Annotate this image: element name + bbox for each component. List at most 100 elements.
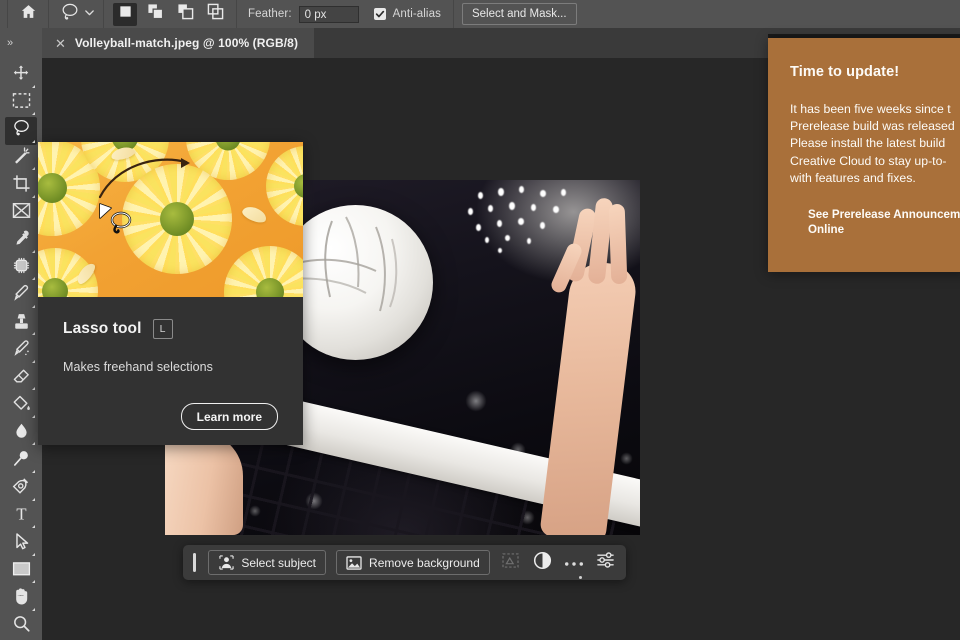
sidebar-item-horizontal-type-tool[interactable]: T bbox=[5, 503, 37, 531]
tooltip-actions: Learn more bbox=[63, 403, 279, 430]
flyout-corner-icon bbox=[32, 332, 35, 335]
sidebar-item-eraser-tool[interactable] bbox=[5, 365, 37, 393]
dodge-icon bbox=[12, 449, 31, 473]
document-tab[interactable]: ✕ Volleyball-match.jpeg @ 100% (RGB/8) bbox=[42, 28, 314, 58]
flyout-corner-icon bbox=[32, 167, 35, 170]
sidebar-item-eyedropper-tool[interactable] bbox=[5, 227, 37, 255]
tools-panel: T bbox=[0, 58, 42, 640]
hand-icon bbox=[12, 587, 31, 611]
remove-background-label: Remove background bbox=[369, 556, 480, 570]
type-icon: T bbox=[12, 504, 31, 528]
sidebar-item-lasso-tool[interactable] bbox=[5, 117, 37, 145]
toolbar-expand-button[interactable]: » bbox=[0, 28, 42, 58]
clone-stamp-icon bbox=[12, 312, 31, 336]
pen-icon bbox=[12, 477, 31, 501]
path-arrow-icon bbox=[13, 532, 30, 556]
lasso-tool-tooltip: Lasso tool L Makes freehand selections L… bbox=[38, 142, 303, 445]
sidebar-item-pen-tool[interactable] bbox=[5, 475, 37, 503]
frame-icon bbox=[12, 202, 31, 224]
close-icon[interactable]: ✕ bbox=[55, 37, 66, 50]
contrast-circle-icon bbox=[533, 551, 552, 575]
sidebar-item-zoom-tool[interactable] bbox=[5, 613, 37, 640]
sidebar-item-path-selection-tool[interactable] bbox=[5, 530, 37, 558]
tooltip-title: Lasso tool bbox=[63, 320, 142, 338]
sidebar-item-blur-tool[interactable] bbox=[5, 420, 37, 448]
notification-title: Time to update! bbox=[768, 38, 960, 80]
subtract-from-selection-button[interactable] bbox=[173, 3, 197, 26]
antialias-checkbox[interactable] bbox=[374, 8, 386, 20]
prerelease-announcement-link[interactable]: See Prerelease Announceme Online bbox=[768, 187, 960, 237]
home-icon bbox=[20, 3, 37, 25]
home-button[interactable] bbox=[8, 0, 49, 28]
add-to-selection-icon bbox=[147, 3, 164, 25]
zoom-icon bbox=[12, 614, 31, 638]
update-notification[interactable]: Time to update! It has been five weeks s… bbox=[768, 38, 960, 272]
current-tool-selector[interactable] bbox=[49, 0, 104, 28]
sidebar-item-rectangle-tool[interactable] bbox=[5, 558, 37, 586]
intersect-selection-icon bbox=[207, 3, 224, 25]
selection-mode-group bbox=[104, 0, 237, 28]
lasso-demo-illustration bbox=[38, 142, 303, 297]
flyout-corner-icon bbox=[32, 360, 35, 363]
select-and-mask-button[interactable]: Select and Mask... bbox=[462, 3, 577, 25]
flyout-corner-icon bbox=[32, 470, 35, 473]
tooltip-heading: Lasso tool L bbox=[63, 319, 279, 339]
sidebar-item-crop-tool[interactable] bbox=[5, 172, 37, 200]
adjustment-button[interactable] bbox=[531, 551, 553, 575]
marquee-icon bbox=[12, 92, 31, 114]
sidebar-item-gradient-tool[interactable] bbox=[5, 392, 37, 420]
flyout-corner-icon bbox=[32, 498, 35, 501]
sidebar-item-move-tool[interactable] bbox=[5, 62, 37, 90]
add-to-selection-button[interactable] bbox=[143, 3, 167, 26]
options-divider bbox=[453, 0, 454, 28]
options-bar-grip[interactable] bbox=[0, 0, 8, 28]
task-bar-settings-button[interactable] bbox=[594, 551, 616, 575]
flyout-corner-icon bbox=[32, 387, 35, 390]
rectangle-icon bbox=[12, 561, 31, 582]
sidebar-item-history-brush-tool[interactable] bbox=[5, 337, 37, 365]
tooltip-description: Makes freehand selections bbox=[63, 360, 279, 374]
sidebar-item-frame-tool[interactable] bbox=[5, 200, 37, 228]
sidebar-item-brush-tool[interactable] bbox=[5, 282, 37, 310]
tooltip-shortcut-badge: L bbox=[153, 319, 173, 339]
intersect-selection-button[interactable] bbox=[203, 3, 227, 26]
flyout-corner-icon bbox=[32, 277, 35, 280]
new-selection-icon bbox=[118, 4, 133, 24]
feather-input[interactable]: 0 px bbox=[299, 6, 359, 23]
person-select-icon bbox=[218, 555, 234, 571]
sidebar-item-dodge-tool[interactable] bbox=[5, 447, 37, 475]
player-leg bbox=[165, 432, 243, 535]
select-subject-button[interactable]: Select subject bbox=[208, 550, 326, 575]
paint-bucket-icon bbox=[12, 394, 31, 418]
flyout-corner-icon bbox=[32, 250, 35, 253]
chevron-double-right-icon: » bbox=[7, 38, 12, 49]
brush-icon bbox=[12, 284, 31, 308]
sidebar-item-clone-stamp-tool[interactable] bbox=[5, 310, 37, 338]
flyout-corner-icon bbox=[32, 195, 35, 198]
lasso-icon bbox=[59, 2, 81, 27]
options-bar: Feather: 0 px Anti-alias Select and Mask… bbox=[0, 0, 960, 28]
new-selection-button[interactable] bbox=[113, 3, 137, 26]
sidebar-item-spot-healing-brush-tool[interactable] bbox=[5, 255, 37, 283]
sidebar-item-object-selection-tool[interactable] bbox=[5, 145, 37, 173]
antialias-control[interactable]: Anti-alias bbox=[370, 0, 445, 28]
learn-more-button[interactable]: Learn more bbox=[181, 403, 278, 430]
tooltip-body: Lasso tool L Makes freehand selections L… bbox=[38, 297, 303, 430]
healing-brush-icon bbox=[12, 256, 31, 280]
more-options-button[interactable] bbox=[563, 551, 585, 575]
lasso-path-overlay bbox=[38, 142, 303, 297]
eyedropper-icon bbox=[12, 229, 31, 253]
drag-handle-icon[interactable] bbox=[193, 553, 196, 572]
chevron-down-icon[interactable] bbox=[84, 5, 95, 23]
flyout-corner-icon bbox=[32, 442, 35, 445]
sidebar-item-rectangular-marquee-tool[interactable] bbox=[5, 90, 37, 118]
flyout-corner-icon bbox=[32, 525, 35, 528]
remove-background-button[interactable]: Remove background bbox=[336, 550, 490, 575]
magic-wand-icon bbox=[12, 146, 31, 170]
sidebar-item-hand-tool[interactable] bbox=[5, 585, 37, 613]
photoshop-window: Feather: 0 px Anti-alias Select and Mask… bbox=[0, 0, 960, 640]
antialias-label: Anti-alias bbox=[393, 8, 441, 20]
invert-selection-button[interactable] bbox=[500, 551, 522, 575]
blur-drop-icon bbox=[13, 422, 30, 446]
document-tab-title: Volleyball-match.jpeg @ 100% (RGB/8) bbox=[75, 36, 298, 50]
